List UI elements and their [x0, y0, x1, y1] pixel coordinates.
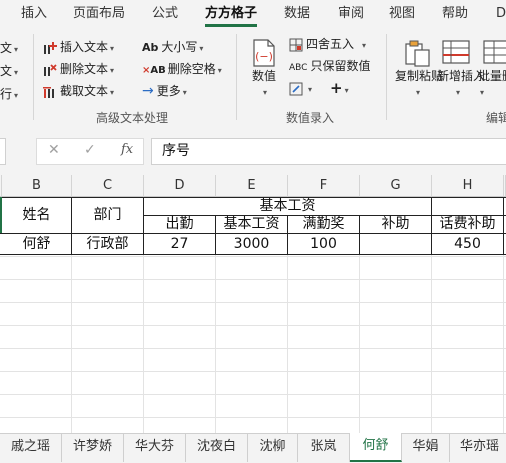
- spreadsheet-grid: B C D E F G H 姓名 部门 基本工资 出勤 基本工资 满勤奖 补助 …: [0, 175, 506, 433]
- group-separator: [33, 34, 34, 120]
- cell-base-pay[interactable]: 3000: [216, 234, 287, 254]
- header-name[interactable]: 姓名: [2, 198, 71, 233]
- col-header-c[interactable]: C: [72, 175, 144, 197]
- sheet-tab[interactable]: 戚之瑶: [0, 434, 62, 462]
- delete-text-icon: [44, 63, 57, 76]
- remove-spaces-icon: ×AB: [142, 65, 166, 76]
- delete-text-button[interactable]: 删除文本 ▾: [43, 59, 114, 79]
- subheader-allowance[interactable]: 补助: [360, 216, 431, 233]
- plus-button[interactable]: + ▾: [330, 78, 349, 98]
- copy-paste-icon: [405, 40, 430, 67]
- add-insert-icon: [442, 40, 470, 64]
- tab-help[interactable]: 帮助: [442, 0, 468, 28]
- ribbon-tab-bar: 插入 页面布局 公式 方方格子 数据 审阅 视图 帮助 D: [0, 0, 506, 28]
- formula-bar: ✕ ✓ fx 序号: [0, 128, 506, 176]
- tab-view[interactable]: 视图: [389, 0, 415, 28]
- extract-text-icon: [43, 86, 54, 98]
- ribbon-cut-item-1[interactable]: 文 ▾: [0, 38, 18, 58]
- gridline: [0, 394, 506, 395]
- keep-values-button[interactable]: ABC 只保留数值: [289, 56, 370, 76]
- sheet-tab[interactable]: 华亦瑶: [450, 434, 506, 462]
- batch-delete-button[interactable]: 批量删除▾: [478, 69, 506, 100]
- arrow-right-icon: →: [142, 83, 154, 99]
- sheet-tab[interactable]: 许梦娇: [62, 434, 124, 462]
- active-tab-indicator: [205, 24, 257, 27]
- edit-group-label: 编辑: [486, 111, 506, 125]
- gridline: [0, 256, 506, 257]
- subheader-attendance[interactable]: 出勤: [144, 216, 215, 233]
- col-header-b[interactable]: B: [2, 175, 72, 197]
- col-header-d[interactable]: D: [144, 175, 216, 197]
- svg-text:(−): (−): [255, 50, 273, 63]
- col-header-e[interactable]: E: [216, 175, 288, 197]
- gridline: [0, 417, 506, 418]
- group-separator: [386, 34, 387, 120]
- case-button[interactable]: Ab 大小写 ▾: [142, 37, 203, 57]
- sheet-tab[interactable]: 华娟: [402, 434, 450, 462]
- gridline: [0, 279, 506, 280]
- confirm-icon[interactable]: ✓: [84, 142, 96, 158]
- batch-delete-icon: [483, 40, 506, 64]
- keep-values-icon: ABC: [289, 63, 308, 73]
- fx-icon[interactable]: fx: [121, 142, 133, 157]
- gridline: [0, 371, 506, 372]
- tab-data[interactable]: 数据: [284, 0, 310, 28]
- header-dept[interactable]: 部门: [72, 198, 143, 233]
- cancel-icon[interactable]: ✕: [48, 142, 60, 158]
- cell-attendance[interactable]: 27: [144, 234, 215, 254]
- plus-icon: +: [330, 79, 343, 97]
- text-group-label: 高级文本处理: [96, 111, 169, 125]
- numeric-button[interactable]: 数值 ▾: [250, 69, 278, 100]
- cell-full-attendance-bonus[interactable]: 100: [288, 234, 359, 254]
- copy-paste-button[interactable]: 复制粘贴 ▾: [395, 69, 443, 100]
- tab-d[interactable]: D: [496, 0, 506, 28]
- group-separator: [236, 34, 237, 120]
- cell-phone-allowance[interactable]: 450: [432, 234, 503, 254]
- edit-sheet-icon: [289, 82, 303, 95]
- gridline: [0, 348, 506, 349]
- sheet-tab-active[interactable]: 何舒: [350, 433, 402, 462]
- gridline: [0, 302, 506, 303]
- col-header-h[interactable]: H: [432, 175, 504, 197]
- col-header-g[interactable]: G: [360, 175, 432, 197]
- cell-name[interactable]: 何舒: [2, 234, 71, 254]
- insert-text-icon: [44, 41, 57, 54]
- round-button[interactable]: 四舍五入 ▾: [289, 34, 366, 54]
- insert-text-button[interactable]: 插入文本 ▾: [43, 37, 114, 57]
- col-header-f[interactable]: F: [288, 175, 360, 197]
- subheader-full-attendance-bonus[interactable]: 满勤奖: [288, 216, 359, 233]
- table-border: [503, 197, 504, 255]
- remove-spaces-button[interactable]: ×AB 删除空格 ▾: [142, 59, 222, 79]
- case-icon: Ab: [142, 41, 159, 54]
- fill-button[interactable]: ▾: [289, 78, 312, 98]
- name-box[interactable]: [0, 138, 6, 165]
- tab-insert[interactable]: 插入: [21, 0, 47, 28]
- cell-dept[interactable]: 行政部: [72, 234, 143, 254]
- ribbon-cut-item-3[interactable]: 行 ▾: [0, 84, 18, 104]
- sheet-tab-bar: 戚之瑶 许梦娇 华大芬 沈夜白 沈柳 张岚 何舒 华娟 华亦瑶: [0, 433, 506, 463]
- sheet-tab[interactable]: 沈夜白: [186, 434, 248, 462]
- tab-page-layout[interactable]: 页面布局: [73, 0, 125, 28]
- numeric-icon: (−): [253, 39, 275, 67]
- add-insert-button[interactable]: 新增插入 ▾: [437, 69, 485, 100]
- sheet-tab[interactable]: 张岚: [298, 434, 350, 462]
- subheader-phone-allowance[interactable]: 话费补助: [432, 216, 503, 233]
- formula-input[interactable]: 序号: [151, 138, 506, 165]
- sheet-tab[interactable]: 华大芬: [124, 434, 186, 462]
- gridline: [0, 325, 506, 326]
- more-button[interactable]: → 更多 ▾: [142, 81, 187, 101]
- sheet-tab[interactable]: 沈柳: [248, 434, 298, 462]
- tab-formulas[interactable]: 公式: [152, 0, 178, 28]
- tab-review[interactable]: 审阅: [338, 0, 364, 28]
- value-group-label: 数值录入: [286, 111, 335, 125]
- extract-text-button[interactable]: 截取文本 ▾: [43, 81, 114, 101]
- header-basic-salary-group[interactable]: 基本工资: [144, 198, 431, 215]
- ribbon-cut-item-2[interactable]: 文 ▾: [0, 61, 18, 81]
- subheader-base-pay[interactable]: 基本工资: [216, 216, 287, 233]
- round-icon: [289, 38, 303, 51]
- cell-allowance[interactable]: [360, 234, 431, 254]
